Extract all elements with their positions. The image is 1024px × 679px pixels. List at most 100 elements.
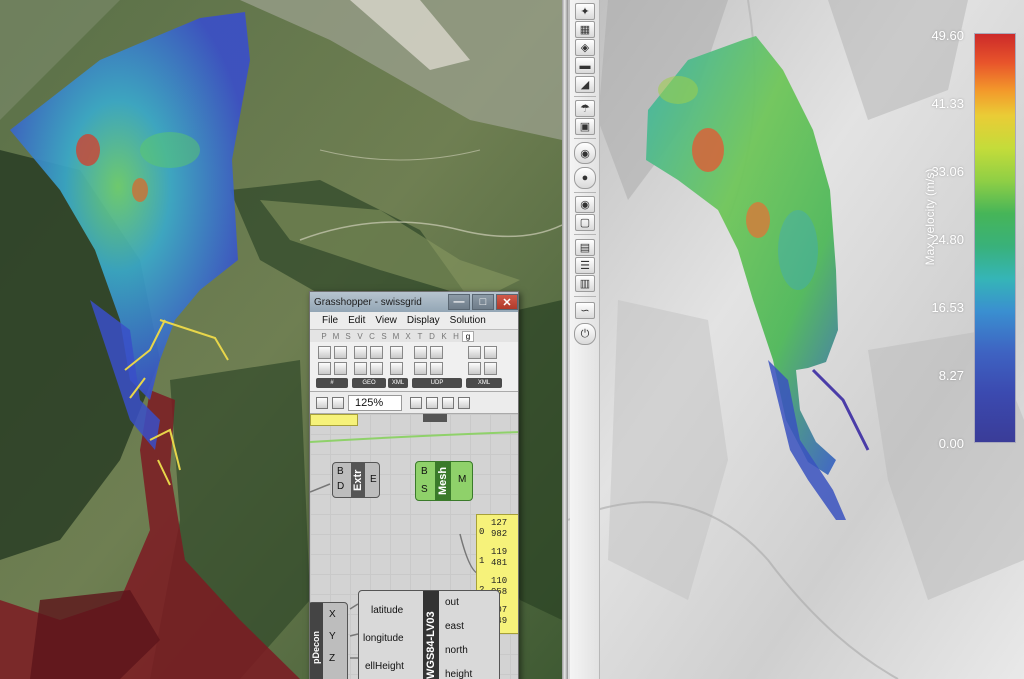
tab-transform[interactable]: T <box>414 332 426 341</box>
panel-stub[interactable] <box>310 414 358 426</box>
tab-display[interactable]: D <box>426 332 438 341</box>
tab-params[interactable]: P <box>318 332 330 341</box>
output-port[interactable]: X <box>329 609 336 620</box>
ribbon-group-label[interactable]: XML <box>388 378 408 388</box>
grasshopper-canvas[interactable]: B D Extr E B S Mesh M 0 127 982 1 119 48… <box>310 414 518 679</box>
component-name: WGS84-LV03 <box>423 591 439 679</box>
input-port[interactable]: D <box>337 481 344 492</box>
ribbon-group-label[interactable]: XML <box>466 378 502 388</box>
menu-file[interactable]: File <box>322 315 338 326</box>
umbrella-icon[interactable]: ☂ <box>575 100 595 117</box>
layers-icon[interactable]: ◈ <box>575 39 595 56</box>
tab-mesh[interactable]: M <box>390 332 402 341</box>
panel-value: 127 <box>491 518 508 528</box>
toolbar-separator <box>574 138 596 139</box>
input-port[interactable]: B <box>337 466 344 477</box>
output-port[interactable]: E <box>370 474 377 485</box>
ribbon-group-label[interactable]: # <box>316 378 348 388</box>
tab-surface[interactable]: S <box>378 332 390 341</box>
component-icon[interactable] <box>318 362 331 375</box>
wgs84-lv03-component[interactable]: latitude longitude ellHeight WGS84-LV03 … <box>358 590 500 679</box>
input-port[interactable]: latitude <box>371 605 403 616</box>
output-port[interactable]: east <box>445 621 464 632</box>
component-icon[interactable] <box>370 346 383 359</box>
tab-curve[interactable]: C <box>366 332 378 341</box>
component-icon[interactable] <box>414 362 427 375</box>
toolbar-separator <box>574 296 596 297</box>
component-icon[interactable] <box>414 346 427 359</box>
export-icon[interactable]: ▥ <box>575 275 595 292</box>
tab-sets[interactable]: S <box>342 332 354 341</box>
minimize-button[interactable]: — <box>448 294 470 310</box>
zoom-select[interactable]: 125% <box>348 394 402 411</box>
component-icon[interactable] <box>390 346 403 359</box>
preview-eye-icon[interactable] <box>426 396 438 409</box>
input-port[interactable]: longitude <box>363 633 404 644</box>
component-icon[interactable] <box>390 362 403 375</box>
menu-view[interactable]: View <box>375 315 397 326</box>
toolbar-separator <box>574 96 596 97</box>
component-icon[interactable] <box>484 362 497 375</box>
target-icon[interactable]: ● <box>574 167 596 189</box>
output-port[interactable]: Y <box>329 631 336 642</box>
menu-display[interactable]: Display <box>407 315 440 326</box>
save-file-icon[interactable] <box>332 396 344 409</box>
tab-vector[interactable]: V <box>354 332 366 341</box>
component-icon[interactable] <box>318 346 331 359</box>
sphere-icon[interactable] <box>458 396 470 409</box>
tab-intersect[interactable]: X <box>402 332 414 341</box>
grasshopper-window[interactable]: Grasshopper - swissgrid — □ ✕ File Edit … <box>309 291 519 679</box>
component-icon[interactable] <box>370 362 383 375</box>
extr-component[interactable]: B D Extr E <box>332 462 380 498</box>
camera-red-icon[interactable]: ▣ <box>575 118 595 135</box>
output-port[interactable]: height <box>445 669 472 679</box>
deconstruct-component[interactable]: pDecon X Y Z <box>310 602 348 679</box>
tab-h[interactable]: H <box>450 332 462 341</box>
component-name: Mesh <box>435 462 451 500</box>
list-icon[interactable]: ☰ <box>575 257 595 274</box>
camera-icon[interactable]: ▢ <box>575 214 595 231</box>
output-port[interactable]: M <box>458 474 466 485</box>
globe-component-icon[interactable] <box>354 346 367 359</box>
open-file-icon[interactable] <box>316 396 328 409</box>
colorbar-title: Max velocity (m/s) <box>923 168 937 266</box>
ribbon-group-label[interactable]: GEO <box>352 378 386 388</box>
colorbar-tick: 16.53 <box>931 300 964 315</box>
component-icon[interactable] <box>334 346 347 359</box>
component-icon[interactable] <box>430 346 443 359</box>
input-port[interactable]: ellHeight <box>365 661 404 672</box>
paint-brush-icon[interactable] <box>442 396 454 409</box>
close-button[interactable]: ✕ <box>496 294 518 310</box>
tab-maths[interactable]: M <box>330 332 342 341</box>
component-icon[interactable] <box>430 362 443 375</box>
maximize-button[interactable]: □ <box>472 294 494 310</box>
tab-gh[interactable]: g <box>462 330 474 342</box>
output-port[interactable]: Z <box>329 653 335 664</box>
component-icon[interactable] <box>354 362 367 375</box>
component-icon[interactable] <box>484 346 497 359</box>
grid-icon[interactable]: ▦ <box>575 21 595 38</box>
eye-icon[interactable]: ◉ <box>575 196 595 213</box>
ribbon-group-label[interactable]: UDP <box>412 378 462 388</box>
component-icon[interactable] <box>334 362 347 375</box>
component-icon[interactable] <box>468 346 481 359</box>
component-icon[interactable] <box>468 362 481 375</box>
wave-icon[interactable]: ∽ <box>575 302 595 319</box>
menu-solution[interactable]: Solution <box>450 315 486 326</box>
input-port[interactable]: B <box>421 466 428 477</box>
output-port[interactable]: out <box>445 597 459 608</box>
tab-kangaroo[interactable]: K <box>438 332 450 341</box>
input-port[interactable]: S <box>421 484 428 495</box>
rainbow-icon[interactable]: ▬ <box>575 57 595 74</box>
document-icon[interactable]: ▤ <box>575 239 595 256</box>
mesh-component[interactable]: B S Mesh M <box>415 461 473 501</box>
slope-icon[interactable]: ◢ <box>575 76 595 93</box>
output-port[interactable]: north <box>445 645 468 656</box>
power-icon[interactable]: ⏻ <box>574 323 596 345</box>
menu-edit[interactable]: Edit <box>348 315 365 326</box>
zoom-extents-icon[interactable] <box>410 396 422 409</box>
colorbar-tick: 41.33 <box>931 96 964 111</box>
window-titlebar[interactable]: Grasshopper - swissgrid — □ ✕ <box>310 292 518 312</box>
globe-icon[interactable]: ◉ <box>574 142 596 164</box>
bulb-icon[interactable]: ✦ <box>575 3 595 20</box>
